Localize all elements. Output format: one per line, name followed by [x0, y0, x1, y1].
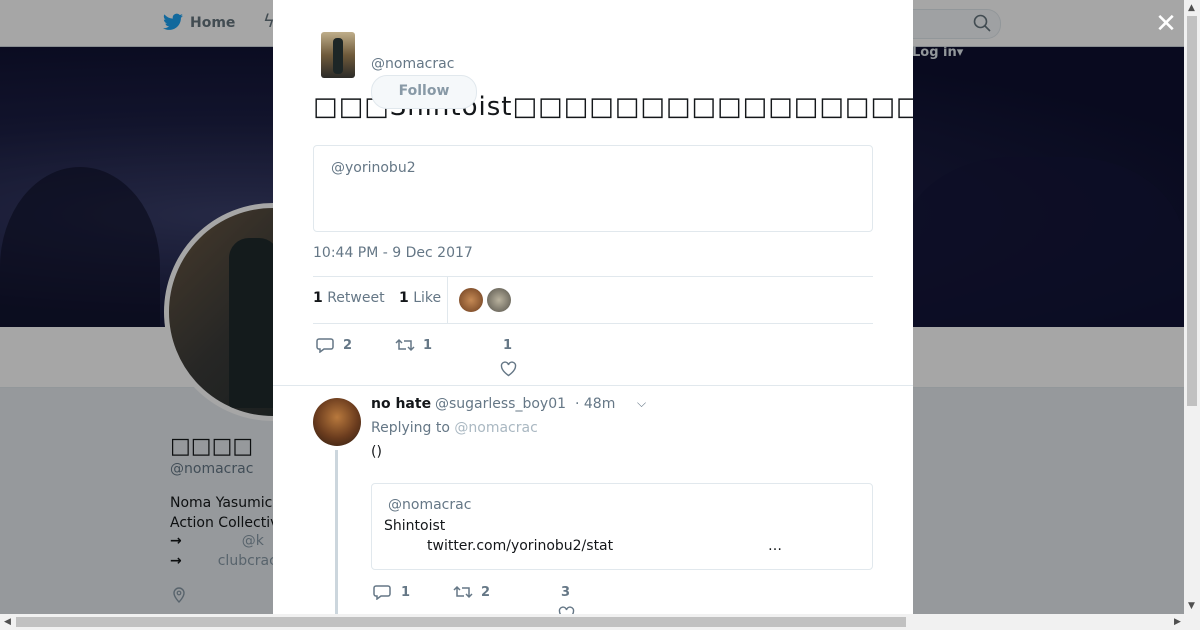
author-handle[interactable]: @nomacrac [371, 56, 454, 72]
reply-retweet-count[interactable]: 2 [481, 585, 490, 600]
reply-text: () [371, 444, 382, 460]
tweet-modal: @nomacrac □□□Shintoist□□□□□□□□□□□□□□□□□□… [273, 0, 913, 614]
like-stat[interactable]: 1 Like [399, 290, 441, 306]
scroll-left-arrow-icon[interactable]: ◀ [4, 617, 11, 627]
reply-time[interactable]: · 48m [575, 396, 615, 412]
follow-button[interactable]: Follow [371, 75, 477, 109]
liker-avatar[interactable] [459, 288, 483, 312]
reply-quote-handle: @nomacrac [388, 497, 472, 513]
reply-quoted-tweet[interactable]: @nomacrac Shintoist twitter.com/yorinobu… [371, 483, 873, 570]
reply-icon[interactable] [373, 584, 391, 600]
reply-icon[interactable] [316, 337, 334, 353]
retweet-icon[interactable] [395, 337, 415, 353]
heart-icon[interactable] [558, 606, 575, 614]
author-avatar[interactable] [321, 32, 355, 78]
retweet-stat[interactable]: 1 Retweet [313, 290, 385, 306]
scroll-down-arrow-icon[interactable]: ▼ [1188, 601, 1195, 611]
horizontal-scroll-thumb[interactable] [16, 617, 906, 627]
quoted-tweet-card[interactable]: @yorinobu2 [313, 145, 873, 232]
like-count[interactable]: 1 [503, 338, 512, 353]
retweet-icon[interactable] [453, 584, 473, 600]
scroll-up-arrow-icon[interactable]: ▲ [1188, 3, 1195, 13]
reply-count[interactable]: 2 [343, 338, 352, 353]
reply-reply-count[interactable]: 1 [401, 585, 410, 600]
tweet-timestamp[interactable]: 10:44 PM - 9 Dec 2017 [313, 245, 473, 261]
reply-author-avatar[interactable] [313, 398, 361, 446]
retweet-count[interactable]: 1 [423, 338, 432, 353]
heart-icon[interactable] [500, 361, 517, 377]
liker-avatar[interactable] [487, 288, 511, 312]
close-icon[interactable]: ✕ [1154, 11, 1178, 37]
reply-quote-ellipsis: … [768, 538, 782, 554]
quoted-handle: @yorinobu2 [331, 160, 416, 176]
reply-quote-text: Shintoist [384, 518, 446, 534]
reply-like-count[interactable]: 3 [561, 585, 570, 600]
scroll-right-arrow-icon[interactable]: ▶ [1174, 617, 1181, 627]
reply-author-handle[interactable]: @sugarless_boy01 [435, 396, 566, 412]
chevron-down-icon[interactable]: ⌵ [637, 396, 646, 411]
reply-quote-link[interactable]: twitter.com/yorinobu2/stat [427, 538, 613, 554]
reply-author-name[interactable]: no hate [371, 396, 431, 412]
thread-line [335, 450, 338, 614]
tweet-stats: 1 Retweet 1 Like [313, 290, 441, 306]
replying-to: Replying to @nomacrac [371, 420, 538, 436]
vertical-scroll-thumb[interactable] [1187, 16, 1197, 406]
